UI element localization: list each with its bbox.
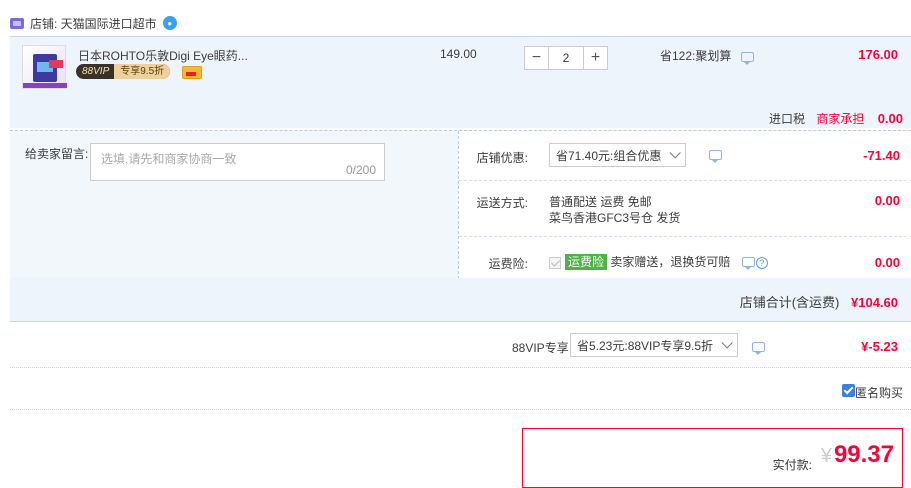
vip-info-icon[interactable]: [752, 342, 765, 355]
payment-currency: ¥: [820, 445, 832, 467]
seller-message-placeholder: 选填,请先和商家协商一致: [101, 152, 237, 166]
import-tax-payer: 商家承担: [816, 112, 865, 126]
anonymous-purchase-row: 匿名购买: [10, 368, 911, 410]
insurance-amount: 0.00: [874, 255, 900, 270]
store-subtotal-label: 店铺合计(含运费): [739, 295, 840, 310]
vip-discount-select[interactable]: 省5.23元:88VIP专享9.5折: [570, 333, 739, 357]
payment-summary: 实付款: ¥ 99.37: [522, 428, 903, 488]
order-item: 日本ROHTO乐敦Digi Eye眼药... 88VIP 专享9.5折 149.…: [10, 36, 911, 128]
store-name[interactable]: 店铺: 天猫国际进口超市: [30, 15, 157, 32]
shipping-row: 运送方式: 普通配送 运费 免邮 菜鸟香港GFC3号仓 发货 0.00: [459, 181, 911, 237]
shipping-warehouse: 菜鸟香港GFC3号仓 发货: [549, 211, 681, 225]
product-thumbnail[interactable]: [22, 45, 67, 89]
decrease-quantity-button[interactable]: −: [524, 46, 549, 70]
insurance-badge: 运费险: [565, 254, 608, 270]
chevron-down-icon: [669, 147, 682, 159]
product-title[interactable]: 日本ROHTO乐敦Digi Eye眼药...: [78, 47, 248, 64]
seller-message-counter: 0/200: [345, 163, 376, 177]
vip-discount-label: 88VIP专享: [512, 341, 569, 355]
payment-amount: 99.37: [833, 441, 894, 468]
increase-quantity-button[interactable]: +: [583, 46, 608, 70]
import-tax-label: 进口税: [768, 112, 805, 126]
import-tax-amount: 0.00: [877, 111, 903, 126]
store-subtotal-amount: ¥104.60: [851, 295, 898, 310]
quantity-stepper: − 2 +: [524, 46, 608, 70]
insurance-checkbox[interactable]: [549, 256, 561, 269]
order-options: 给卖家留言: 选填,请先和商家协商一致 0/200 店铺优惠: 省71.40元:…: [10, 130, 911, 279]
anonymous-purchase-checkbox[interactable]: [842, 384, 855, 397]
vip-discount-badge: 88VIP 专享9.5折: [76, 64, 171, 79]
payment-label: 实付款:: [772, 458, 812, 472]
discount-info-icon[interactable]: [709, 150, 722, 163]
seller-message-label: 给卖家留言:: [25, 147, 89, 161]
order-settings-panel: 店铺优惠: 省71.40元:组合优惠 -71.40 运送方式: 普通配送 运费 …: [458, 131, 911, 279]
vip-discount-row: 88VIP专享 省5.23元:88VIP专享9.5折 ¥-5.23: [10, 322, 911, 368]
item-promotion: 省122:聚划算: [660, 47, 754, 65]
shipping-method: 普通配送 运费 免邮: [549, 195, 652, 209]
store-header: 店铺: 天猫国际进口超市 ●: [10, 13, 177, 33]
wangwang-chat-icon[interactable]: ●: [162, 16, 177, 30]
store-discount-amount: -71.40: [863, 148, 900, 163]
item-total: 176.00: [858, 47, 898, 62]
promo-info-icon[interactable]: [740, 52, 754, 65]
store-icon: [10, 17, 24, 29]
store-discount-label: 店铺优惠:: [476, 151, 528, 165]
insurance-label: 运费险:: [488, 257, 528, 271]
anonymous-purchase-label[interactable]: 匿名购买: [855, 384, 903, 401]
insurance-text: 卖家赠送，退换货可赔: [610, 255, 731, 269]
quantity-input[interactable]: 2: [549, 46, 583, 70]
unit-price: 149.00: [440, 47, 477, 61]
credit-card-icon: [182, 66, 202, 79]
insurance-chat-icon[interactable]: [741, 257, 755, 270]
store-discount-select[interactable]: 省71.40元:组合优惠: [549, 143, 687, 167]
store-discount-row: 店铺优惠: 省71.40元:组合优惠 -71.40: [459, 131, 911, 181]
seller-message-input[interactable]: 选填,请先和商家协商一致 0/200: [90, 143, 385, 181]
help-icon[interactable]: ?: [755, 256, 768, 269]
shipping-insurance-row: 运费险: 运费险 卖家赠送，退换货可赔 ? 0.00: [459, 237, 911, 279]
shipping-label: 运送方式:: [476, 196, 528, 210]
store-subtotal: 店铺合计(含运费) ¥104.60: [10, 278, 911, 322]
vip-discount-amount: ¥-5.23: [861, 339, 898, 354]
shipping-amount: 0.00: [874, 193, 900, 208]
import-tax-row: 进口税 商家承担 0.00: [10, 110, 903, 127]
chevron-down-icon: [721, 337, 733, 349]
